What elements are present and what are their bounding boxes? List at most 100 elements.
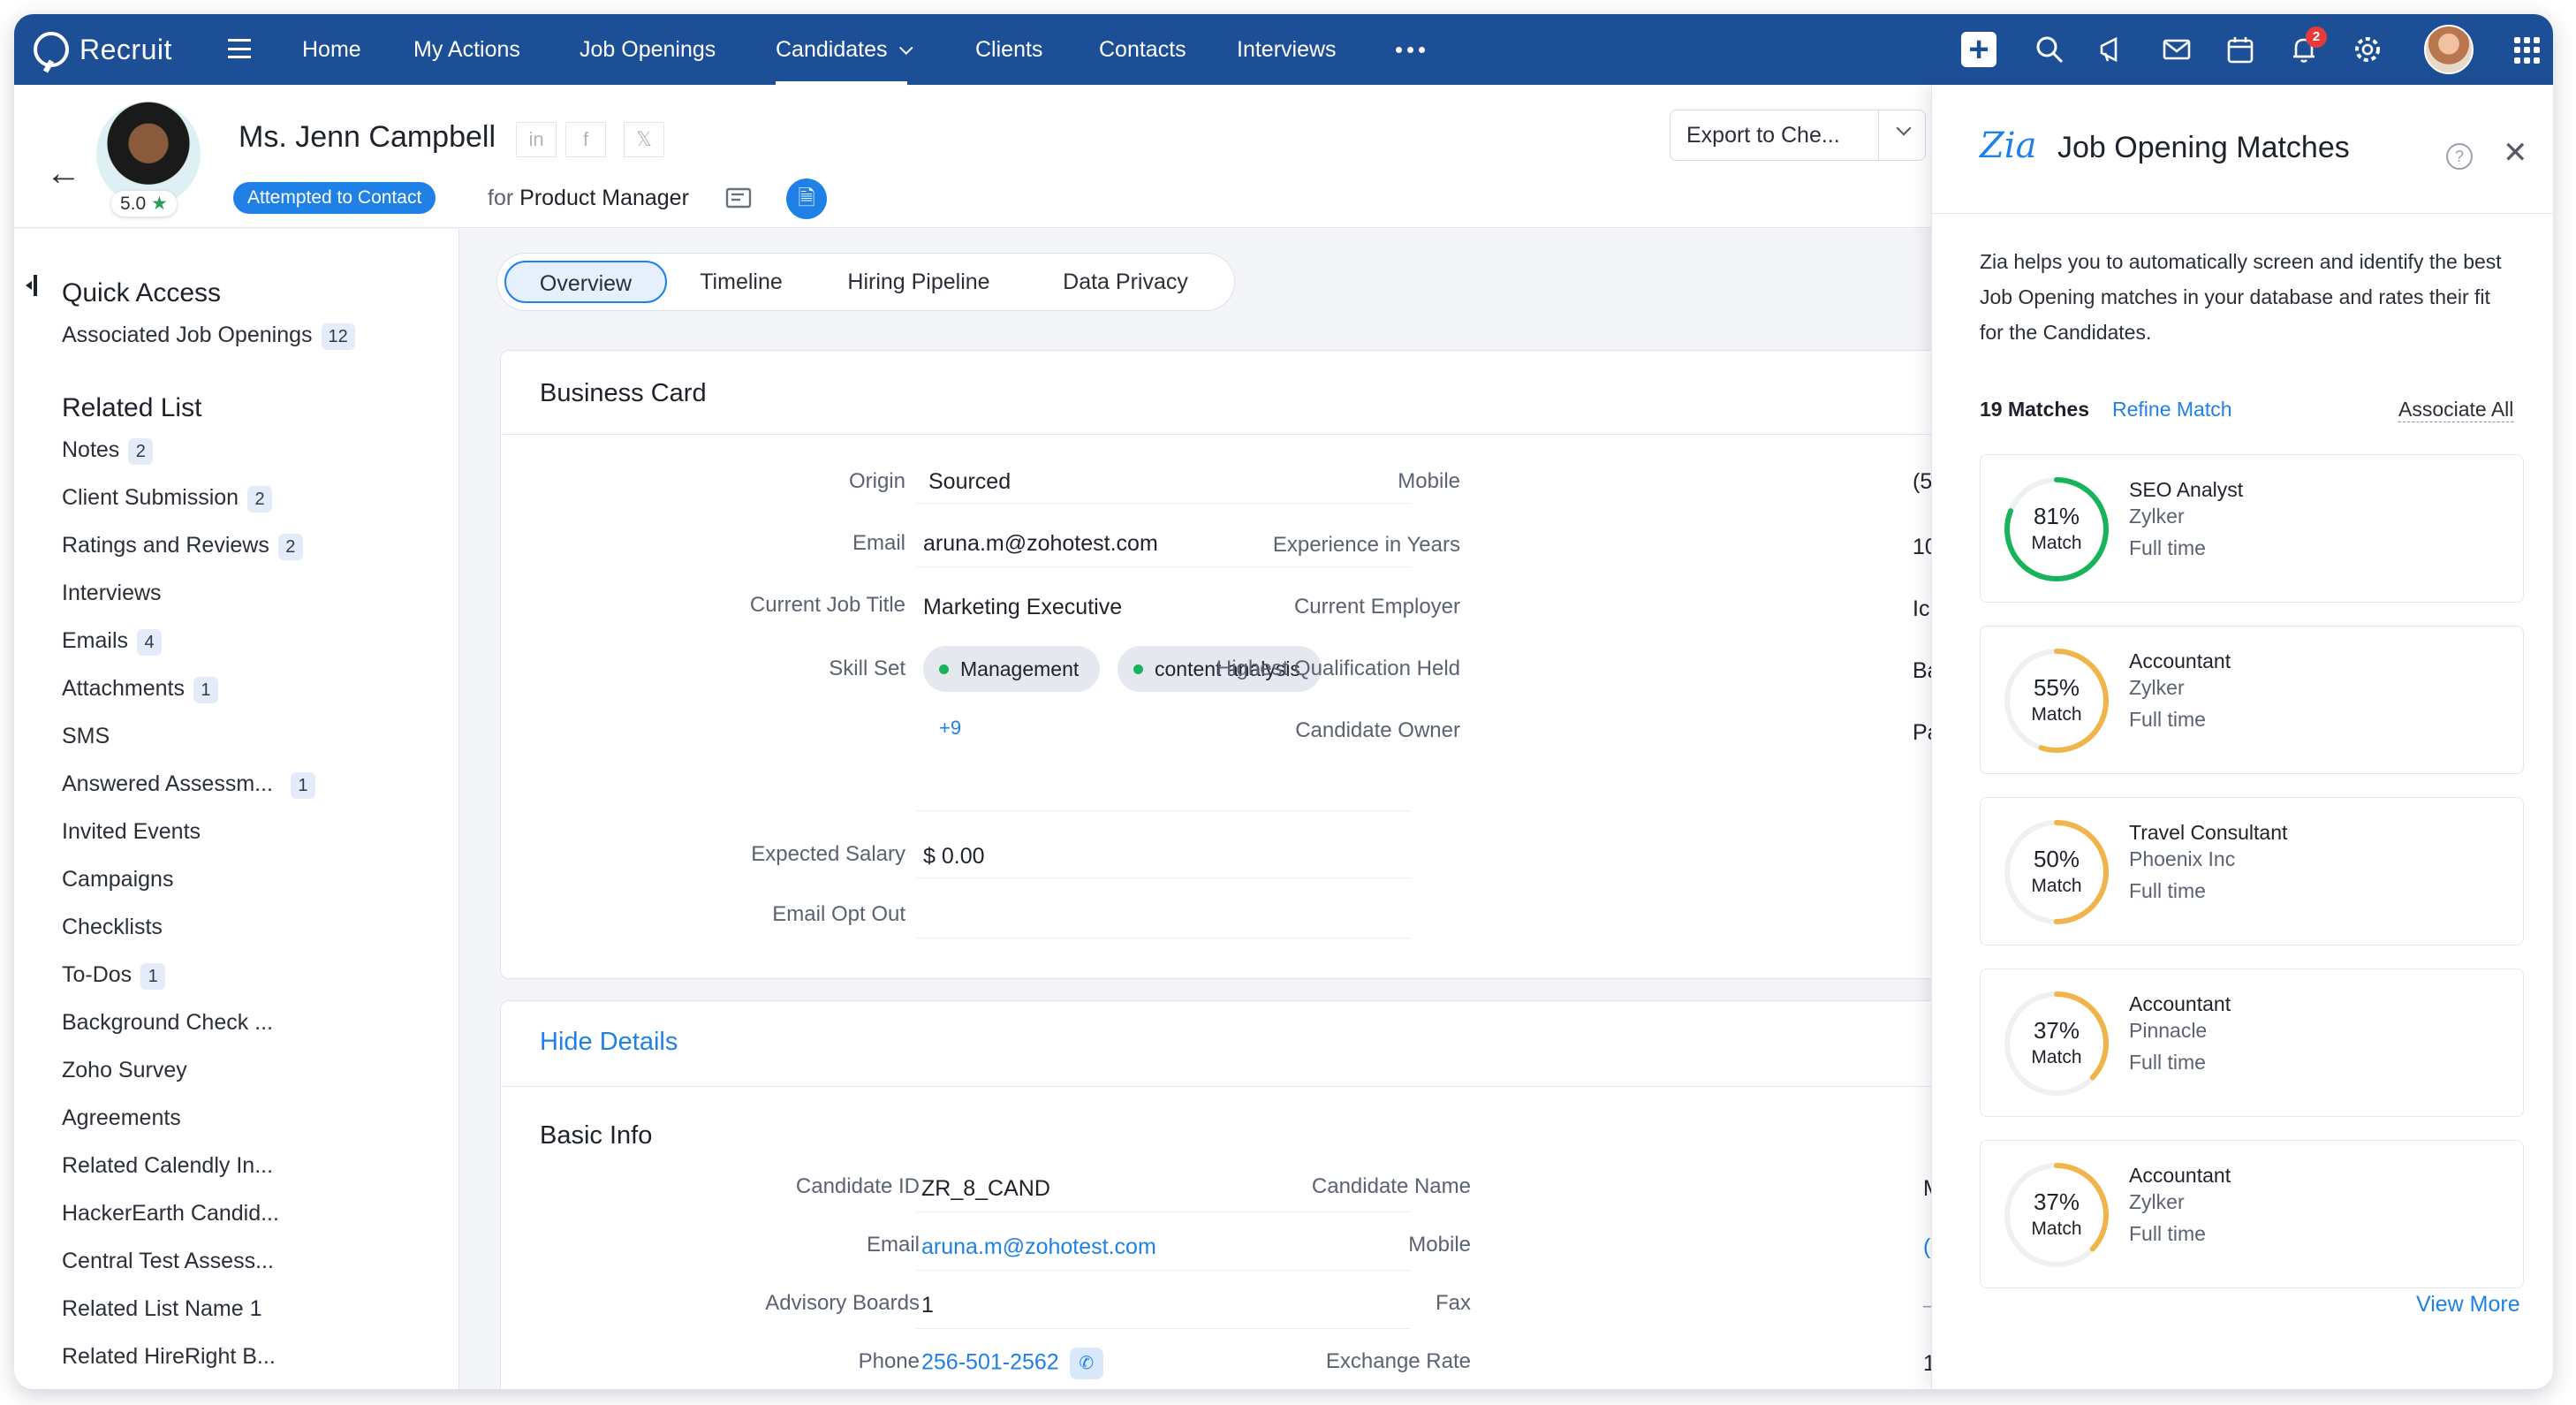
match-percent: 37% [2033, 1189, 2080, 1215]
count-badge: 2 [277, 534, 303, 560]
app-logo[interactable]: Recruit [34, 30, 172, 69]
mail-icon[interactable] [2159, 32, 2194, 67]
match-card[interactable]: 50% Match Travel Consultant Phoenix Inc … [1980, 797, 2524, 946]
tab-hiring-pipeline[interactable]: Hiring Pipeline [817, 261, 1020, 303]
sidebar-item-central-test[interactable]: Central Test Assess... [62, 1249, 274, 1274]
sidebar-item-label: Ratings and Reviews [62, 533, 269, 558]
sidebar-item-label: HackerEarth Candid... [62, 1201, 279, 1226]
email-opt-out-label: Email Opt Out [772, 902, 905, 926]
sidebar-item-agreements[interactable]: Agreements [62, 1105, 181, 1131]
megaphone-icon[interactable] [2095, 32, 2131, 67]
count-badge: 4 [137, 629, 163, 656]
sidebar-item-notes[interactable]: Notes 2 [62, 437, 154, 465]
for-prefix: for [488, 186, 514, 210]
back-arrow-icon[interactable]: ← [46, 156, 81, 191]
search-icon[interactable] [2032, 32, 2067, 67]
hide-details-link[interactable]: Hide Details [540, 1028, 678, 1057]
help-icon[interactable]: ? [2446, 143, 2473, 170]
skill-chip[interactable]: Management [923, 646, 1101, 692]
advisory-boards-value: 1 [921, 1293, 934, 1318]
sidebar-item-hackerearth[interactable]: HackerEarth Candid... [62, 1201, 279, 1227]
more-skills-link[interactable]: +9 [939, 717, 961, 740]
related-list-heading: Related List [62, 393, 202, 422]
match-percent: 81% [2033, 503, 2080, 529]
tab-data-privacy[interactable]: Data Privacy [1033, 261, 1218, 303]
sidebar-item-answered-assessments[interactable]: Answered Assessm... 1 [62, 771, 315, 799]
sidebar-item-attachments[interactable]: Attachments 1 [62, 676, 218, 703]
facebook-icon[interactable]: f [565, 122, 606, 157]
calendar-icon[interactable] [2223, 32, 2258, 67]
gear-icon[interactable] [2350, 32, 2385, 67]
close-icon[interactable]: ✕ [2503, 138, 2528, 168]
quick-create-plus-icon[interactable]: + [1961, 32, 1996, 67]
candidate-status-badge[interactable]: Attempted to Contact [233, 182, 436, 214]
divider [916, 810, 1411, 811]
sidebar-item-related-calendly[interactable]: Related Calendly In... [62, 1153, 273, 1179]
menu-icon[interactable] [228, 39, 251, 58]
mobile-label: Mobile [1408, 1233, 1471, 1257]
view-more-link[interactable]: View More [2416, 1292, 2520, 1318]
linkedin-icon[interactable]: in [516, 122, 557, 157]
sidebar-item-zoho-survey[interactable]: Zoho Survey [62, 1058, 187, 1083]
sidebar-item-background-check[interactable]: Background Check ... [62, 1010, 273, 1036]
sidebar-item-invited-events[interactable]: Invited Events [62, 819, 201, 845]
phone-call-icon[interactable]: ✆ [1069, 1348, 1103, 1379]
tab-timeline[interactable]: Timeline [679, 261, 803, 303]
associate-all-link[interactable]: Associate All [2398, 398, 2514, 422]
sidebar-item-related-list-name-1[interactable]: Related List Name 1 [62, 1296, 262, 1322]
sidebar-item-label: Checklists [62, 915, 163, 939]
tab-overview[interactable]: Overview [504, 261, 667, 303]
bell-icon[interactable]: 2 [2286, 27, 2327, 67]
job-type: Full time [2129, 708, 2206, 731]
sidebar-item-label: Zoho Survey [62, 1058, 187, 1082]
sidebar-item-to-dos[interactable]: To-Dos 1 [62, 962, 166, 990]
related-list-sidebar: Quick Access Associated Job Openings 12 R… [14, 229, 459, 1389]
match-ring: 50% Match [2000, 816, 2113, 929]
sidebar-item-related-hireright[interactable]: Related HireRight B... [62, 1344, 276, 1370]
sidebar-item-associated-job-openings[interactable]: Associated Job Openings 12 [62, 323, 355, 350]
x-twitter-icon[interactable]: 𝕏 [624, 122, 664, 157]
sidebar-item-sms[interactable]: SMS [62, 724, 110, 749]
nav-interviews[interactable]: Interviews [1237, 14, 1337, 85]
job-title-value: Marketing Executive [923, 595, 1123, 619]
document-icon[interactable]: 🗎 [786, 178, 827, 219]
more-nav-icon[interactable] [1396, 47, 1431, 54]
nav-my-actions[interactable]: My Actions [413, 14, 520, 85]
sidebar-item-label: Agreements [62, 1105, 181, 1130]
match-card[interactable]: 37% Match Accountant Pinnacle Full time [1980, 968, 2524, 1117]
chevron-down-icon[interactable] [1896, 120, 1912, 136]
rating-value: 5.0 [120, 194, 147, 214]
sidebar-item-ratings-and-reviews[interactable]: Ratings and Reviews 2 [62, 533, 303, 560]
user-avatar[interactable] [2424, 25, 2474, 74]
advisory-boards-label: Advisory Boards [765, 1291, 920, 1315]
nav-contacts[interactable]: Contacts [1099, 14, 1186, 85]
match-label: Match [2031, 876, 2082, 896]
match-card[interactable]: 55% Match Accountant Zylker Full time [1980, 626, 2524, 774]
job-type: Full time [2129, 1051, 2206, 1074]
sidebar-item-checklists[interactable]: Checklists [62, 915, 163, 940]
nav-home[interactable]: Home [302, 14, 361, 85]
candidate-id-value: ZR_8_CAND [921, 1176, 1050, 1201]
match-card[interactable]: 81% Match SEO Analyst Zylker Full time [1980, 454, 2524, 603]
sidebar-item-label: Central Test Assess... [62, 1249, 274, 1273]
sidebar-item-emails[interactable]: Emails 4 [62, 628, 163, 656]
nav-job-openings[interactable]: Job Openings [580, 14, 716, 85]
sidebar-item-client-submission[interactable]: Client Submission 2 [62, 485, 273, 513]
nav-candidates[interactable]: Candidates [776, 14, 908, 85]
divider [916, 1328, 1411, 1329]
apps-grid-icon[interactable] [2514, 37, 2541, 64]
job-name[interactable]: Product Manager [519, 186, 689, 210]
match-card[interactable]: 37% Match Accountant Zylker Full time [1980, 1140, 2524, 1288]
sidebar-item-interviews[interactable]: Interviews [62, 581, 162, 606]
email-value[interactable]: aruna.m@zohotest.com [923, 531, 1158, 557]
sidebar-item-label: Related HireRight B... [62, 1344, 276, 1369]
collapse-sidebar-icon[interactable] [26, 275, 37, 296]
export-button[interactable]: Export to Che... [1670, 110, 1926, 161]
refine-match-link[interactable]: Refine Match [2112, 398, 2232, 422]
current-employer-label: Current Employer [1293, 595, 1460, 619]
sidebar-item-campaigns[interactable]: Campaigns [62, 867, 173, 892]
phone-link[interactable]: 256-501-2562 [921, 1350, 1059, 1375]
nav-clients[interactable]: Clients [975, 14, 1042, 85]
resume-card-icon[interactable] [724, 184, 754, 214]
email-link[interactable]: aruna.m@zohotest.com [921, 1234, 1156, 1260]
